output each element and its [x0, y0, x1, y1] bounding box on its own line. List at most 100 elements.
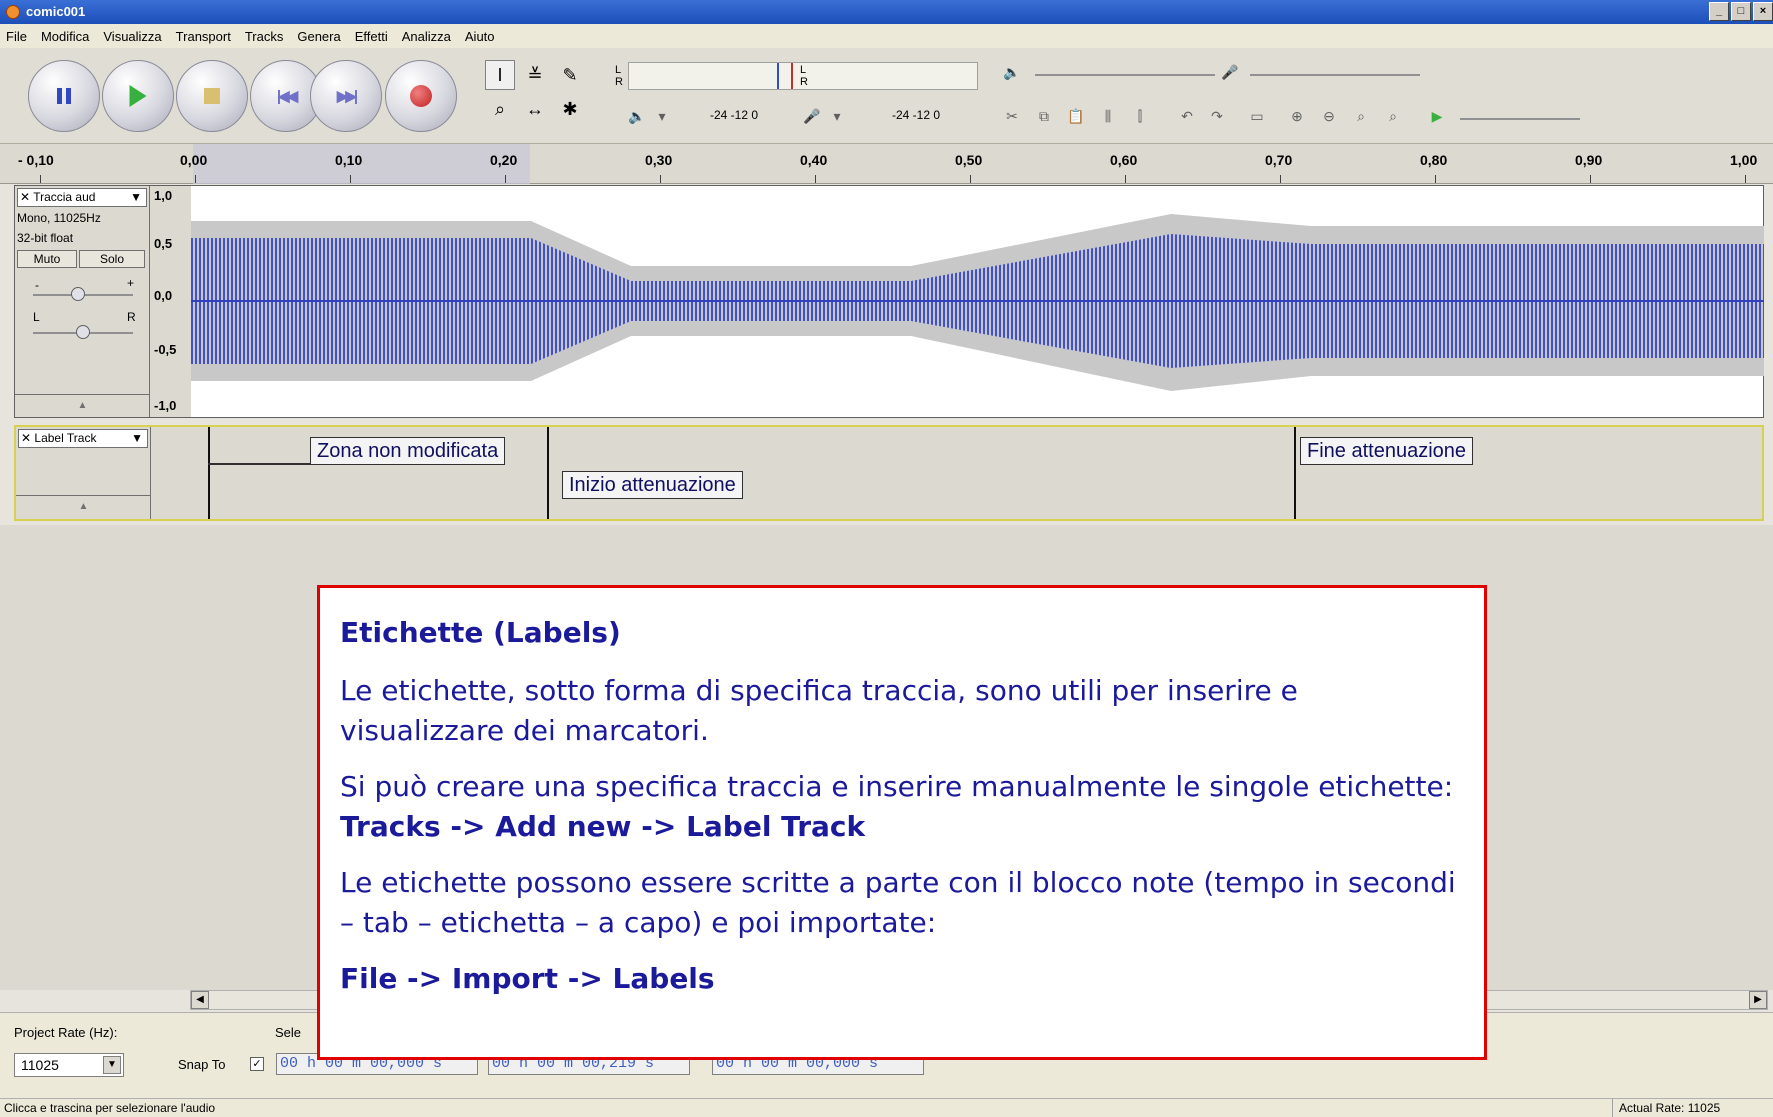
cut-icon[interactable]: ✂ — [1000, 104, 1024, 128]
stop-button[interactable] — [176, 60, 248, 132]
toolbar: |◀◀ ▶▶| I ≚ ✎ ⌕ ↔ ✱ L R L R 🔈 ▾ -24 -12 … — [0, 48, 1773, 144]
envelope-tool-icon[interactable]: ≚ — [520, 60, 550, 90]
fit-selection-icon[interactable]: ⌕ — [1349, 104, 1373, 128]
play-icon — [129, 85, 147, 107]
trim-icon[interactable]: ⫼ — [1096, 104, 1120, 128]
silence-icon[interactable]: ⫿ — [1128, 104, 1152, 128]
record-button[interactable] — [385, 60, 457, 132]
label-lane[interactable]: Zona non modificata Inizio attenuazione … — [192, 427, 1762, 519]
chevron-down-icon[interactable]: ▾ — [825, 104, 849, 128]
audio-track-name: Traccia aud — [33, 190, 96, 204]
close-icon[interactable]: ✕ — [20, 190, 30, 204]
paste-icon[interactable]: 📋 — [1064, 104, 1088, 128]
label-inizio-attenuazione[interactable]: Inizio attenuazione — [562, 471, 743, 499]
play-button[interactable] — [102, 60, 174, 132]
selection-tool-icon[interactable]: I — [485, 60, 515, 90]
ruler-label: 0,10 — [335, 152, 363, 168]
chevron-down-icon: ▼ — [103, 1056, 121, 1074]
play-speed-slider[interactable] — [1460, 118, 1580, 120]
timeshift-tool-icon[interactable]: ↔ — [520, 94, 550, 124]
menu-effetti[interactable]: Effetti — [355, 29, 388, 44]
selection-label: Sele — [275, 1025, 302, 1040]
maximize-button[interactable]: □ — [1731, 2, 1751, 21]
chevron-down-icon: ▼ — [131, 431, 143, 445]
speaker-icon[interactable]: 🔈 — [625, 104, 649, 128]
menu-modifica[interactable]: Modifica — [41, 29, 89, 44]
redo-icon[interactable]: ↷ — [1205, 104, 1229, 128]
draw-tool-icon[interactable]: ✎ — [555, 60, 585, 90]
rec-meter-scale: -24 -12 0 — [892, 108, 941, 122]
actual-rate: Actual Rate: 11025 — [1612, 1099, 1720, 1117]
undo-icon[interactable]: ↶ — [1175, 104, 1199, 128]
project-rate-select[interactable]: 11025 ▼ — [14, 1053, 124, 1077]
annotation-box: Etichette (Labels) Le etichette, sotto f… — [317, 585, 1487, 1060]
chevron-down-icon[interactable]: ▾ — [650, 104, 674, 128]
zoom-in-icon[interactable]: ⊕ — [1285, 104, 1309, 128]
timeline-ruler[interactable]: - 0,10 0,00 0,10 0,20 0,30 0,40 0,50 0,6… — [0, 144, 1773, 184]
collapse-track-button[interactable]: ▲ — [15, 394, 150, 416]
ruler-label: 0,90 — [1575, 152, 1603, 168]
menu-aiuto[interactable]: Aiuto — [465, 29, 495, 44]
stop-icon — [204, 88, 220, 104]
menu-analizza[interactable]: Analizza — [402, 29, 451, 44]
ruler-label: 0,20 — [490, 152, 518, 168]
mic-icon[interactable]: 🎤 — [800, 104, 824, 128]
label-marker — [208, 427, 210, 519]
snap-to-checkbox[interactable]: ✓ — [250, 1057, 264, 1071]
mute-button[interactable]: Muto — [17, 250, 77, 268]
statusbar: Clicca e trascina per selezionare l'audi… — [0, 1098, 1773, 1117]
audio-track-name-dropdown[interactable]: ✕ Traccia aud ▼ — [17, 188, 147, 207]
ruler-label: 0,60 — [1110, 152, 1138, 168]
scale-label: -1,0 — [154, 398, 177, 413]
ruler-label: 0,50 — [955, 152, 983, 168]
menu-transport[interactable]: Transport — [176, 29, 231, 44]
annotation-p1: Le etichette, sotto forma di specifica t… — [340, 674, 1298, 747]
annotation-p4-bold: File -> Import -> Labels — [340, 962, 715, 995]
copy-icon[interactable]: ⧉ — [1032, 104, 1056, 128]
label-marker — [547, 427, 549, 519]
annotation-p3: Le etichette possono essere scritte a pa… — [340, 866, 1456, 939]
close-button[interactable]: × — [1753, 2, 1773, 21]
play-at-speed-icon[interactable]: ▶ — [1425, 104, 1449, 128]
annotation-title: Etichette (Labels) — [340, 616, 621, 649]
gain-slider[interactable] — [33, 287, 133, 301]
collapse-track-button[interactable]: ▲ — [16, 495, 151, 519]
audio-track-controls: ✕ Traccia aud ▼ Mono, 11025Hz 32-bit flo… — [15, 186, 150, 417]
minimize-button[interactable]: _ — [1709, 2, 1729, 21]
fit-project-icon[interactable]: ⌕ — [1381, 104, 1405, 128]
menu-visualizza[interactable]: Visualizza — [103, 29, 161, 44]
label-track-name-dropdown[interactable]: ✕ Label Track ▼ — [18, 429, 148, 448]
menu-file[interactable]: File — [6, 29, 27, 44]
waveform-svg — [191, 214, 1764, 391]
sync-lock-icon[interactable]: ▭ — [1245, 104, 1269, 128]
skip-start-icon: |◀◀ — [276, 88, 298, 105]
playback-volume-slider[interactable] — [1035, 74, 1215, 76]
zoom-tool-icon[interactable]: ⌕ — [485, 94, 515, 124]
mic-volume-icon: 🎤 — [1221, 64, 1239, 80]
snap-to-label: Snap To — [178, 1057, 226, 1072]
window-title: comic001 — [26, 4, 86, 19]
scroll-right-icon[interactable]: ▶ — [1749, 991, 1767, 1009]
ruler-label: 0,00 — [180, 152, 208, 168]
pause-button[interactable] — [28, 60, 100, 132]
solo-button[interactable]: Solo — [79, 250, 145, 268]
play-meter-l: L — [615, 64, 622, 76]
scroll-left-icon[interactable]: ◀ — [191, 991, 209, 1009]
project-rate-label: Project Rate (Hz): — [14, 1025, 118, 1040]
annotation-p4: File -> Import -> Labels — [340, 959, 1462, 999]
label-zona-non-modificata[interactable]: Zona non modificata — [310, 437, 506, 465]
audio-track: ✕ Traccia aud ▼ Mono, 11025Hz 32-bit flo… — [14, 185, 1764, 418]
record-volume-slider[interactable] — [1250, 74, 1420, 76]
ruler-label: 0,70 — [1265, 152, 1293, 168]
waveform-area[interactable] — [191, 186, 1764, 417]
menu-genera[interactable]: Genera — [297, 29, 340, 44]
scale-label: 0,5 — [154, 236, 173, 251]
menu-tracks[interactable]: Tracks — [245, 29, 284, 44]
pan-slider[interactable] — [33, 325, 133, 339]
skip-end-button[interactable]: ▶▶| — [310, 60, 382, 132]
multi-tool-icon[interactable]: ✱ — [555, 94, 585, 124]
zoom-out-icon[interactable]: ⊖ — [1317, 104, 1341, 128]
label-fine-attenuazione[interactable]: Fine attenuazione — [1300, 437, 1474, 465]
close-icon[interactable]: ✕ — [21, 431, 31, 445]
speaker-volume-icon: 🔈 — [1003, 64, 1021, 80]
